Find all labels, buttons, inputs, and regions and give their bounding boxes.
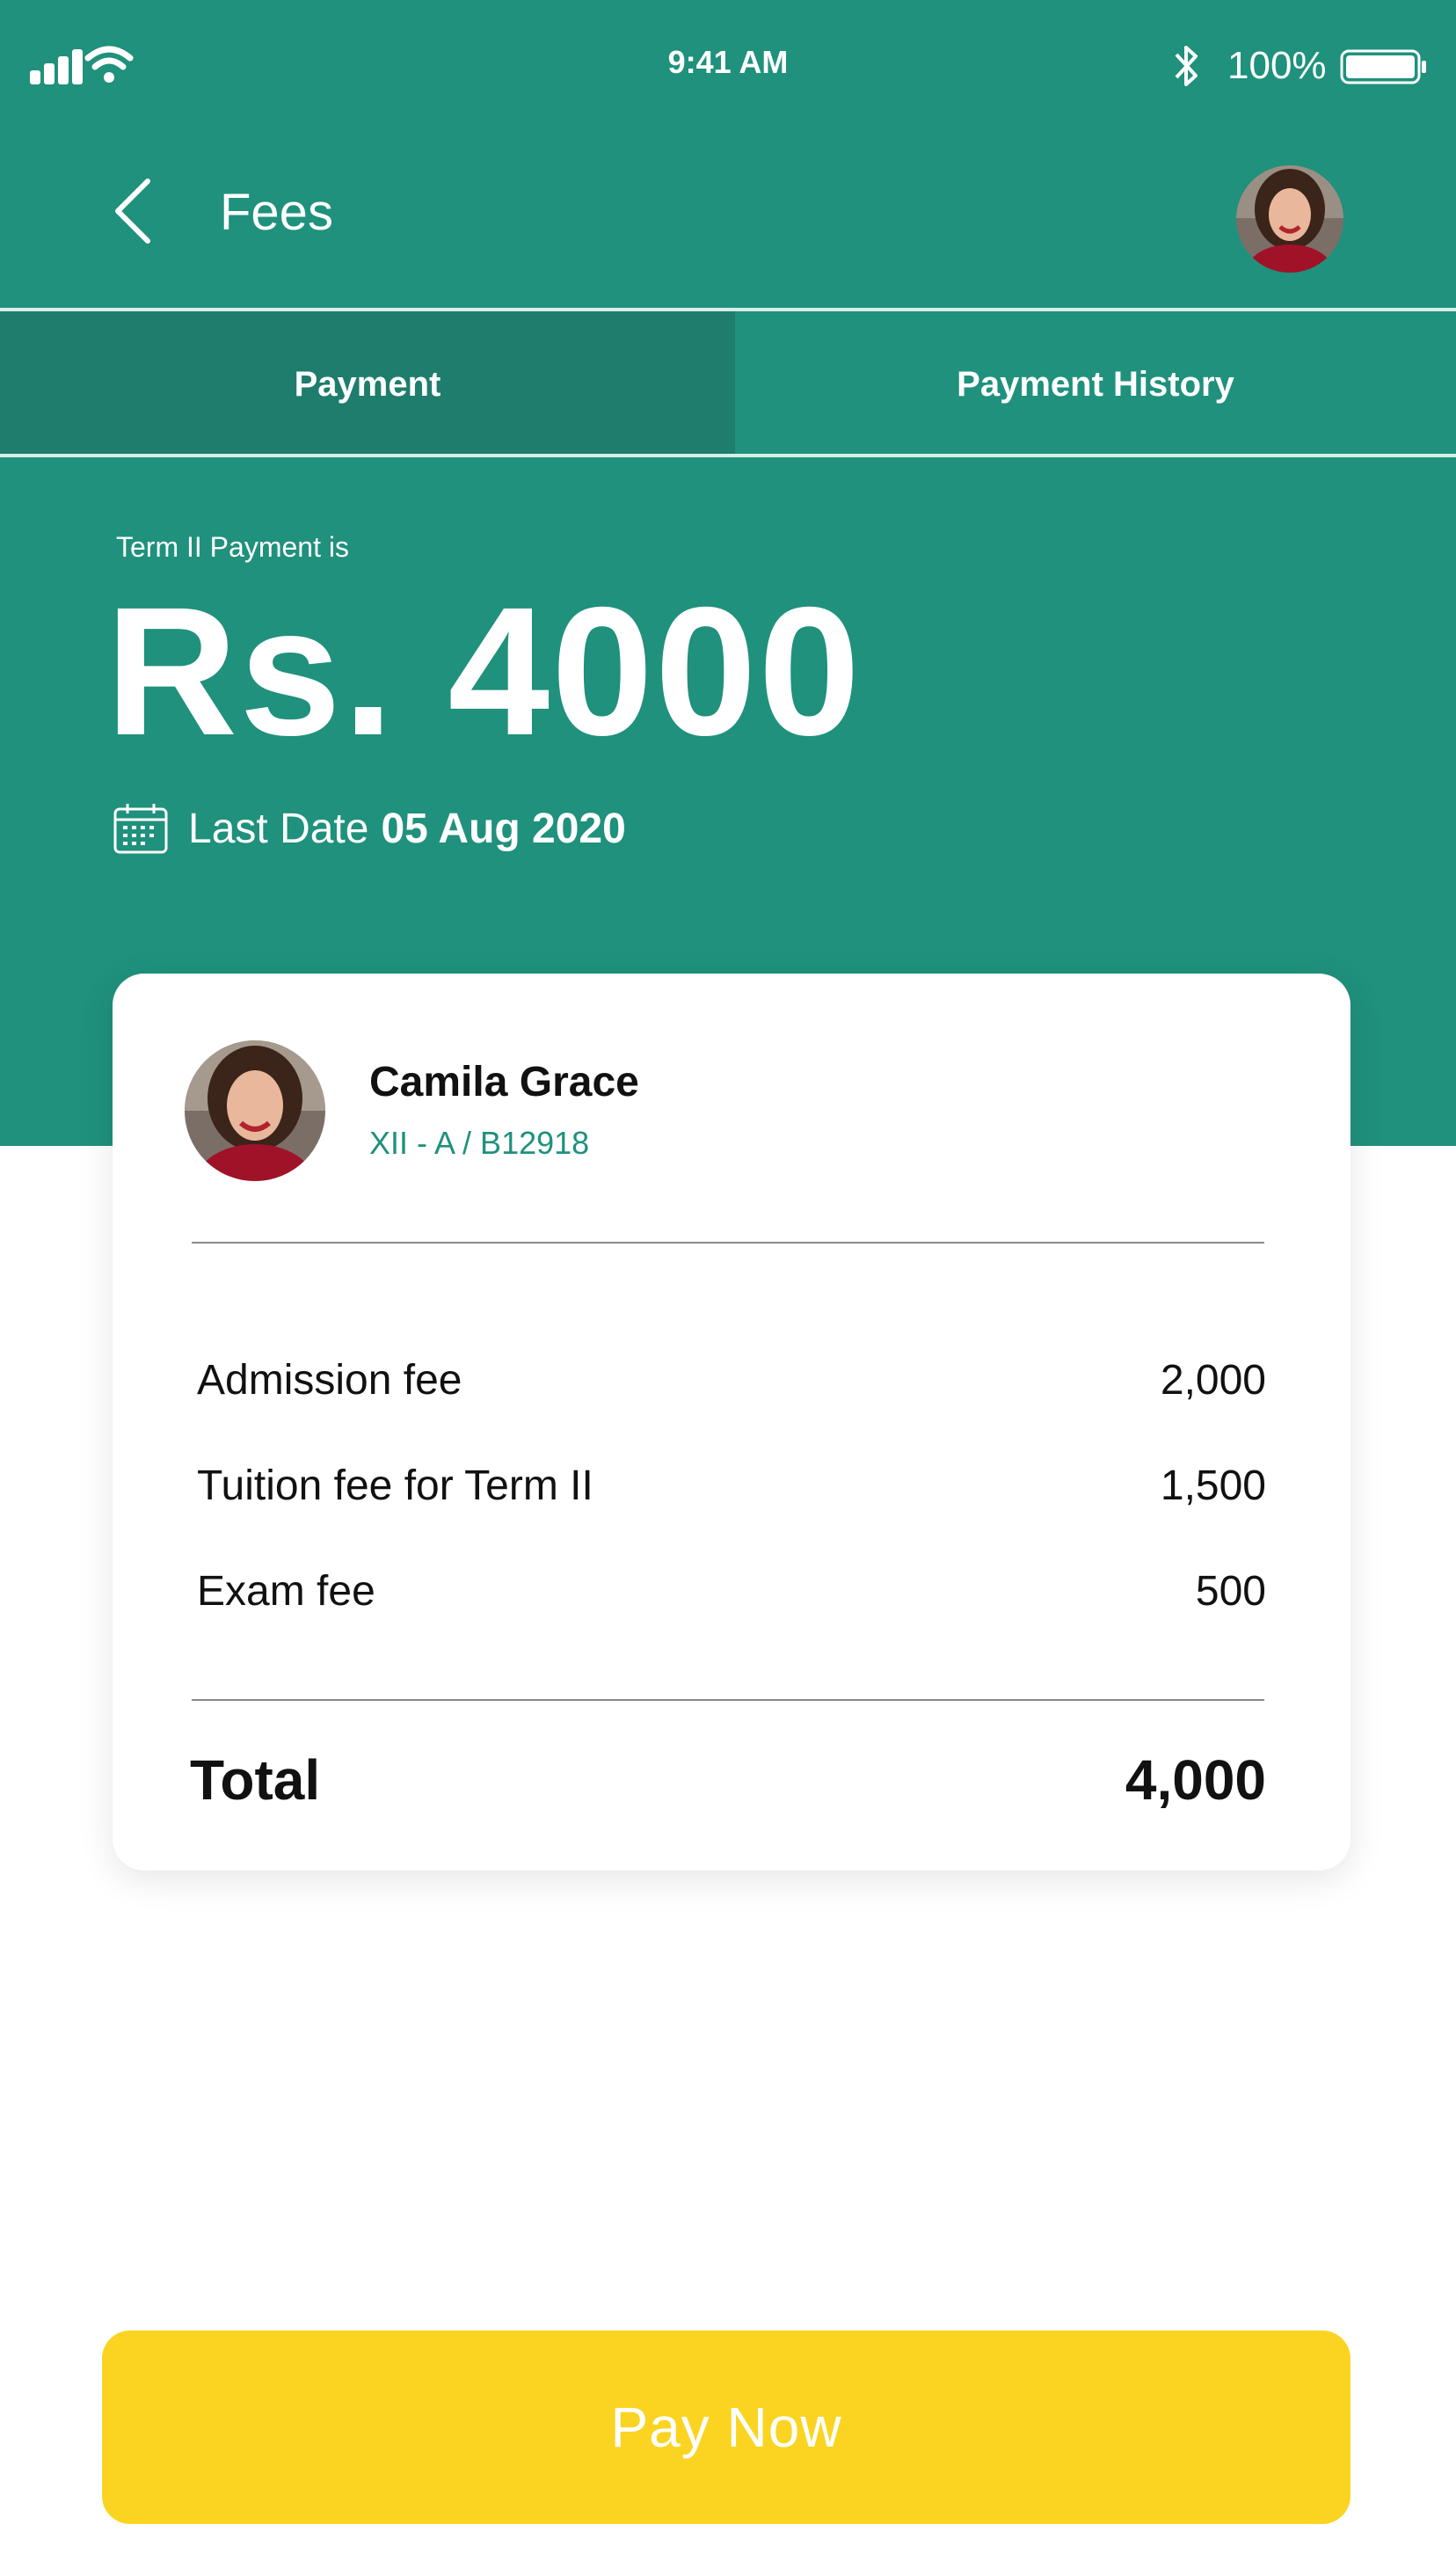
fee-amount: 2,000 xyxy=(1160,1357,1266,1404)
bluetooth-icon xyxy=(1175,46,1198,86)
page-title: Fees xyxy=(220,184,333,241)
total-amount: 4,000 xyxy=(1125,1748,1266,1812)
status-bar: 9:41 AM 100% xyxy=(0,0,1456,132)
fee-label: Tuition fee for Term II xyxy=(197,1463,593,1509)
calendar-icon xyxy=(113,804,168,854)
tab-payment-history[interactable]: Payment History xyxy=(735,311,1456,457)
last-date-value: 05 Aug 2020 xyxy=(381,805,626,852)
divider xyxy=(0,454,1456,457)
fee-label: Admission fee xyxy=(197,1357,462,1404)
fee-row: Admission fee 2,000 xyxy=(197,1356,1266,1404)
profile-avatar[interactable] xyxy=(1236,165,1343,273)
student-class-id: XII - A / B12918 xyxy=(369,1125,590,1161)
divider xyxy=(192,1242,1264,1244)
student-avatar xyxy=(185,1040,325,1181)
fee-row: Exam fee 500 xyxy=(197,1567,1266,1616)
term-label: Term II Payment is xyxy=(116,531,349,563)
fee-label: Exam fee xyxy=(197,1568,375,1615)
tab-bar: Payment Payment History xyxy=(0,311,1456,457)
payment-amount: Rs. 4000 xyxy=(106,570,863,774)
student-name: Camila Grace xyxy=(369,1059,639,1105)
battery-percentage: 100% xyxy=(1227,44,1327,87)
fee-amount: 500 xyxy=(1195,1568,1266,1615)
fee-row: Tuition fee for Term II 1,500 xyxy=(197,1462,1266,1510)
battery-icon xyxy=(1340,49,1426,84)
divider xyxy=(192,1699,1264,1701)
navigation-bar: Fees xyxy=(0,150,1456,308)
last-date-label: Last Date xyxy=(188,805,369,852)
pay-now-button[interactable]: Pay Now xyxy=(102,2331,1350,2524)
back-chevron-icon[interactable] xyxy=(107,176,160,246)
fee-details-card: Camila Grace XII - A / B12918 Admission … xyxy=(113,974,1350,1871)
total-label: Total xyxy=(190,1748,321,1812)
fee-amount: 1,500 xyxy=(1160,1463,1266,1509)
last-date: Last Date 05 Aug 2020 xyxy=(113,802,626,855)
total-row: Total 4,000 xyxy=(190,1747,1266,1813)
tab-payment[interactable]: Payment xyxy=(0,311,735,457)
